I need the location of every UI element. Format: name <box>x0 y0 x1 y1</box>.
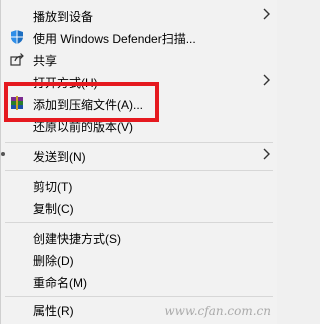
menu-separator <box>5 142 273 143</box>
menu-item-send-to[interactable]: 发送到(N) <box>1 144 277 166</box>
shield-icon <box>9 29 25 45</box>
menu-item-label: 播放到设备 <box>33 10 94 24</box>
menu-item-defender-scan[interactable]: 使用 Windows Defender扫描... <box>1 26 277 48</box>
highlight-box <box>4 82 159 122</box>
menu-item-label: 删除(D) <box>33 254 74 268</box>
menu-item-label: 复制(C) <box>33 202 74 216</box>
chevron-right-icon <box>261 7 271 21</box>
menu-item-label: 使用 Windows Defender扫描... <box>33 32 196 46</box>
menu-item-cast-to-device[interactable]: 播放到设备 <box>1 4 277 26</box>
chevron-right-icon <box>261 73 271 87</box>
context-menu: 播放到设备 使用 Windows Defender扫描... 共享 打开方式(H… <box>0 0 277 324</box>
menu-item-create-shortcut[interactable]: 创建快捷方式(S) <box>1 226 277 248</box>
menu-separator <box>5 296 273 297</box>
menu-item-share[interactable]: 共享 <box>1 48 277 70</box>
chevron-right-icon <box>261 147 271 161</box>
menu-item-label: 发送到(N) <box>33 150 86 164</box>
menu-item-rename[interactable]: 重命名(M) <box>1 270 277 292</box>
menu-item-label: 共享 <box>33 54 58 68</box>
menu-separator <box>5 222 273 223</box>
menu-item-label: 创建快捷方式(S) <box>33 232 121 246</box>
menu-item-cut[interactable]: 剪切(T) <box>1 174 277 196</box>
menu-item-delete[interactable]: 删除(D) <box>1 248 277 270</box>
menu-item-label: 属性(R) <box>33 304 74 318</box>
menu-separator <box>5 170 273 171</box>
menu-item-label: 剪切(T) <box>33 180 73 194</box>
menu-item-copy[interactable]: 复制(C) <box>1 196 277 218</box>
menu-item-label: 重命名(M) <box>33 276 87 290</box>
edge-marker <box>1 152 5 156</box>
share-icon <box>9 51 25 67</box>
watermark: www.cfan.com.cn <box>164 304 271 318</box>
